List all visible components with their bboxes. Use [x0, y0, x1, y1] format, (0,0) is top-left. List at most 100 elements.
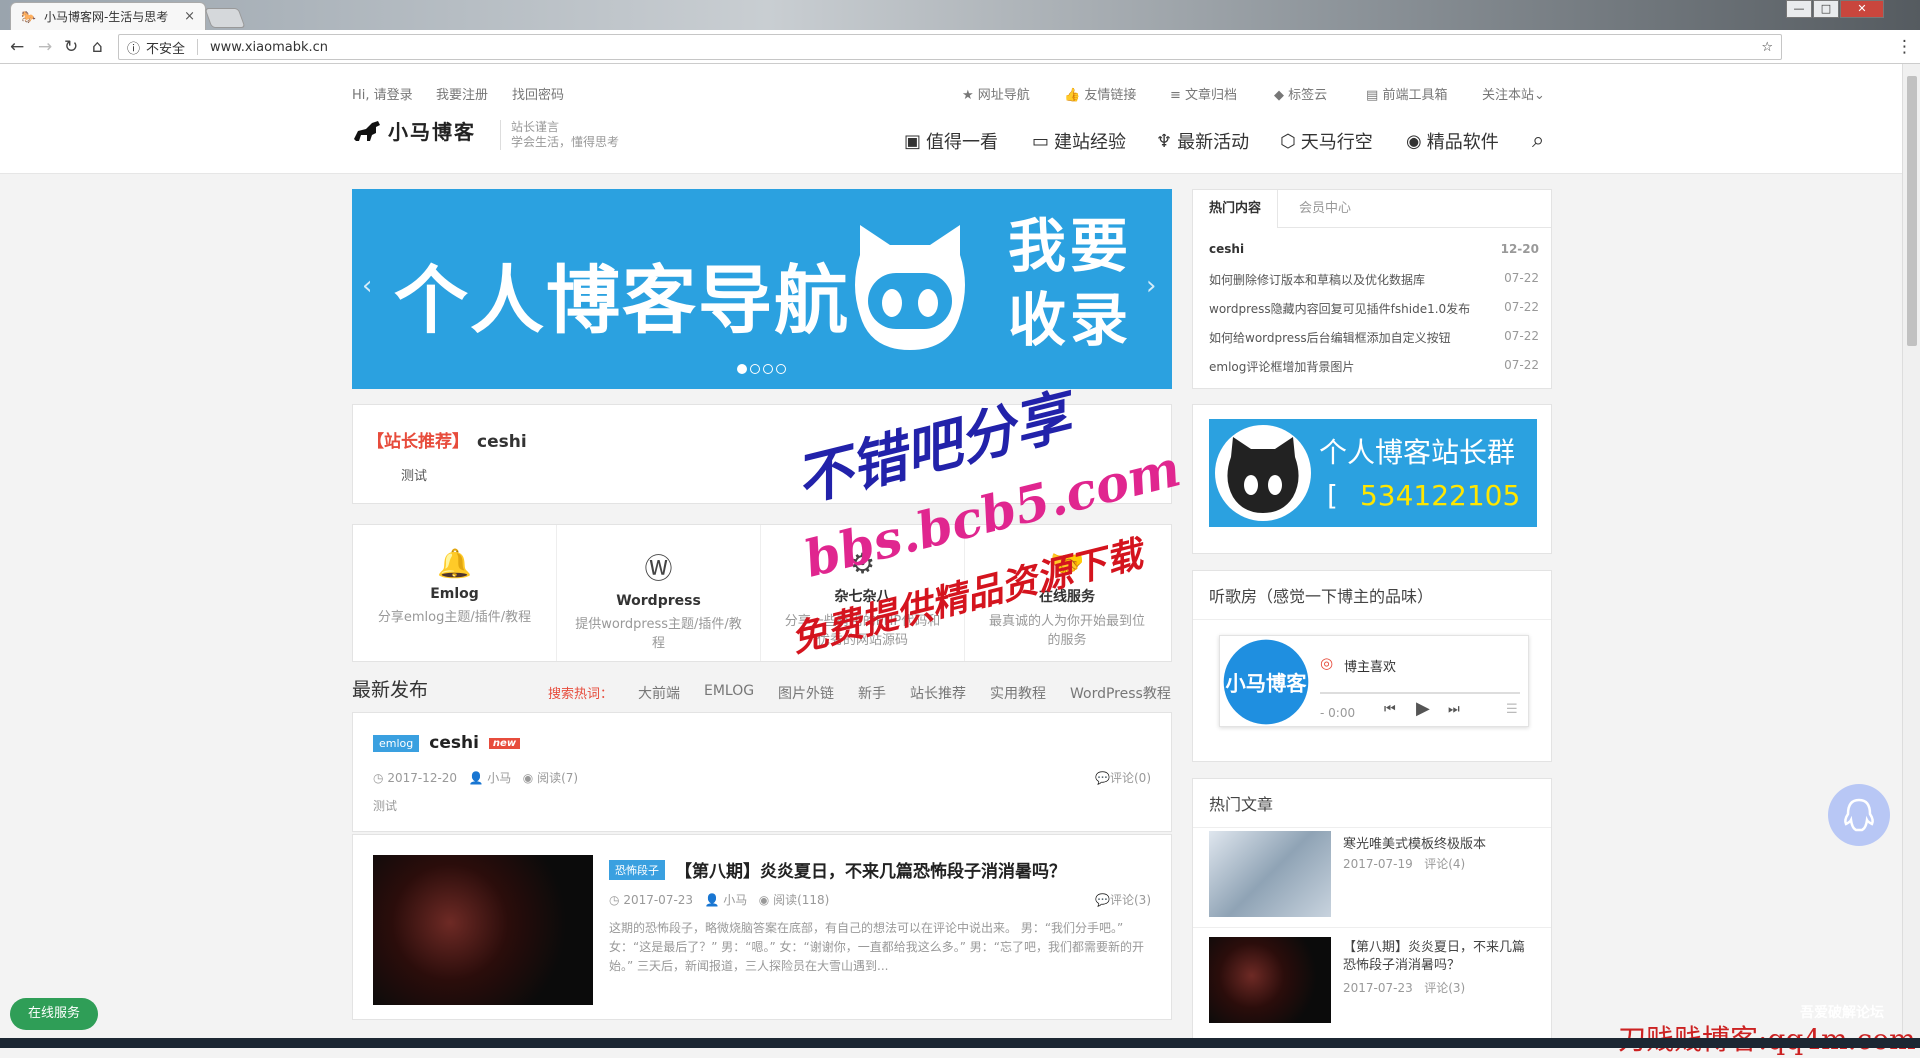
- follow-dropdown[interactable]: 关注本站⌄: [1482, 84, 1545, 103]
- nav-site-building[interactable]: ▭ 建站经验: [1032, 128, 1126, 154]
- keyword-link[interactable]: WordPress教程: [1070, 683, 1171, 703]
- nav-imagination[interactable]: ⬡ 天马行空: [1280, 128, 1373, 154]
- next-track-icon[interactable]: ⏭: [1448, 702, 1460, 717]
- progress-track[interactable]: [1320, 692, 1520, 694]
- post-category[interactable]: 恐怖段子: [609, 859, 665, 880]
- url-divider: [197, 39, 199, 55]
- hot-item[interactable]: ceshi 12-20: [1209, 242, 1539, 256]
- post-title[interactable]: ceshi: [429, 733, 479, 753]
- forward-icon[interactable]: →: [38, 37, 52, 57]
- tab-title: 小马博客网-生活与思考: [43, 10, 169, 24]
- site-nav-link[interactable]: ★ 网址导航: [962, 84, 1030, 103]
- feature-wordpress[interactable]: Ⓦ Wordpress 提供wordpress主题/插件/教程: [557, 525, 761, 661]
- playlist-icon[interactable]: ☰: [1506, 702, 1518, 717]
- hot-item[interactable]: wordpress隐藏内容回复可见插件fshide1.0发布 07-22: [1209, 300, 1539, 317]
- frontend-tools-link[interactable]: ▤ 前端工具箱: [1366, 84, 1447, 103]
- site-logo[interactable]: 小马博客: [352, 116, 476, 145]
- music-player: 小马博客 ◎ 博主喜欢 - 0:00 ⏮ ▶ ⏭ ☰: [1219, 635, 1529, 727]
- post-author[interactable]: 小马: [487, 771, 511, 785]
- hot-item-title: ceshi: [1209, 242, 1245, 256]
- qq-penguin-icon: [1844, 798, 1874, 832]
- post-title[interactable]: 【第八期】炎炎夏日，不来几篇恐怖段子消消暑吗？: [675, 857, 1066, 882]
- hot-item[interactable]: emlog评论框增加背景图片 07-22: [1209, 358, 1539, 375]
- hot-item[interactable]: 如何删除修订版本和草稿以及优化数据库 07-22: [1209, 271, 1539, 288]
- new-tab-button[interactable]: [204, 8, 246, 28]
- login-link[interactable]: Hi, 请登录: [352, 84, 413, 103]
- article-thumbnail[interactable]: [1209, 937, 1331, 1023]
- document-icon: ▣: [904, 130, 922, 152]
- feature-emlog[interactable]: 🔔 Emlog 分享emlog主题/插件/教程: [353, 525, 557, 661]
- carousel-prev-icon[interactable]: ‹: [362, 271, 372, 301]
- keyword-link[interactable]: 实用教程: [990, 683, 1046, 703]
- bookmark-star-icon[interactable]: ☆: [1761, 40, 1773, 55]
- nav-worth-seeing[interactable]: ▣ 值得一看: [904, 128, 998, 154]
- friend-links-link[interactable]: 👍 友情链接: [1064, 84, 1136, 103]
- keyword-link[interactable]: 大前端: [638, 683, 680, 703]
- nav-latest-activity[interactable]: ♆ 最新活动: [1156, 128, 1249, 154]
- forgot-password-link[interactable]: 找回密码: [512, 84, 564, 103]
- window-minimize-button[interactable]: —: [1786, 0, 1812, 18]
- post-thumbnail[interactable]: [373, 855, 593, 1005]
- keyword-link[interactable]: EMLOG: [704, 683, 754, 699]
- article-meta: 2017-07-19 评论(4): [1343, 855, 1465, 872]
- slogan-line1: 站长谨言: [511, 120, 560, 134]
- recommend-title[interactable]: 【站长推荐】 ceshi: [367, 427, 527, 452]
- window-close-button[interactable]: ✕: [1840, 0, 1884, 18]
- nav-label: 建站经验: [1054, 132, 1127, 153]
- scrollbar-thumb[interactable]: [1907, 76, 1917, 346]
- article-thumbnail[interactable]: [1209, 831, 1331, 917]
- carousel-dot[interactable]: [737, 364, 747, 374]
- floating-qq-button[interactable]: [1828, 784, 1890, 846]
- song-title: 博主喜欢: [1344, 660, 1397, 675]
- register-link[interactable]: 我要注册: [436, 84, 488, 103]
- reload-icon[interactable]: ↻: [64, 37, 78, 57]
- archive-label: 文章归档: [1185, 88, 1238, 103]
- tab-close-icon[interactable]: ×: [184, 9, 195, 24]
- carousel-dot[interactable]: [763, 364, 773, 374]
- keyword-link[interactable]: 图片外链: [778, 683, 834, 703]
- back-icon[interactable]: ←: [10, 37, 24, 57]
- post-author[interactable]: 小马: [723, 893, 747, 907]
- online-service-button[interactable]: 在线服务: [10, 998, 98, 1030]
- nav-software[interactable]: ◉ 精品软件: [1406, 128, 1499, 154]
- page-scrollbar[interactable]: [1902, 64, 1920, 1038]
- post-comments[interactable]: 💬评论(0): [1095, 769, 1151, 786]
- carousel-dot[interactable]: [776, 364, 786, 374]
- article-title[interactable]: 【第八期】炎炎夏日，不来几篇恐怖段子消消暑吗？: [1343, 939, 1535, 975]
- prev-track-icon[interactable]: ⏮: [1384, 702, 1396, 717]
- latest-section-header: 最新发布 搜索热词： 大前端 EMLOG 图片外链 新手 站长推荐 实用教程 W…: [352, 675, 1172, 705]
- banner-text: 个人博客导航: [394, 258, 850, 344]
- info-icon[interactable]: ⓘ: [127, 38, 140, 57]
- tab-member-center[interactable]: 会员中心: [1283, 190, 1367, 228]
- search-icon[interactable]: ⌕: [1532, 128, 1544, 153]
- netease-music-icon: ◎: [1320, 654, 1334, 672]
- keyword-link[interactable]: 新手: [858, 683, 886, 703]
- carousel-dot[interactable]: [750, 364, 760, 374]
- qq-group-banner[interactable]: 个人博客站长群 [ 534122105 ]: [1209, 419, 1553, 527]
- post-comments[interactable]: 💬评论(3): [1095, 891, 1151, 908]
- favicon-horse-icon: 🐎: [21, 9, 36, 24]
- feature-desc: 提供wordpress主题/插件/教程: [575, 617, 742, 651]
- post-item: 恐怖段子 【第八期】炎炎夏日，不来几篇恐怖段子消消暑吗？ ◷ 2017-07-2…: [352, 834, 1172, 1020]
- browser-menu-icon[interactable]: ⋮: [1896, 37, 1913, 57]
- carousel-next-icon[interactable]: ›: [1146, 271, 1156, 301]
- site-slogan: 站长谨言 学会生活，懂得思考: [500, 120, 619, 150]
- archive-link[interactable]: ≡ 文章归档: [1170, 84, 1237, 103]
- hero-carousel[interactable]: ‹ 个人博客导航 我要 收录 ›: [352, 189, 1172, 389]
- tab-hot-content[interactable]: 热门内容: [1193, 190, 1279, 228]
- url-input[interactable]: ⓘ 不安全 www.xiaomabk.cn ☆: [118, 34, 1782, 60]
- home-icon[interactable]: ⌂: [92, 37, 103, 57]
- music-panel: 听歌房（感觉一下博主的品味） 小马博客 ◎ 博主喜欢 - 0:00 ⏮ ▶ ⏭ …: [1192, 570, 1552, 762]
- browser-tab[interactable]: 🐎 小马博客网-生活与思考 ×: [10, 2, 206, 30]
- post-category[interactable]: emlog: [373, 734, 420, 752]
- article-title[interactable]: 寒光唯美式模板终极版本: [1343, 833, 1533, 852]
- bracket-left: [: [1327, 479, 1338, 512]
- security-label: 不安全: [146, 41, 186, 57]
- hot-item[interactable]: 如何给wordpress后台编辑框添加自定义按钮 07-22: [1209, 329, 1539, 346]
- hot-item-date: 07-22: [1504, 358, 1539, 372]
- tag-cloud-link[interactable]: ◆ 标签云: [1274, 84, 1327, 103]
- window-maximize-button[interactable]: □: [1813, 0, 1839, 18]
- recommend-post-title[interactable]: ceshi: [477, 432, 527, 452]
- play-icon[interactable]: ▶: [1416, 698, 1430, 719]
- keyword-link[interactable]: 站长推荐: [910, 683, 966, 703]
